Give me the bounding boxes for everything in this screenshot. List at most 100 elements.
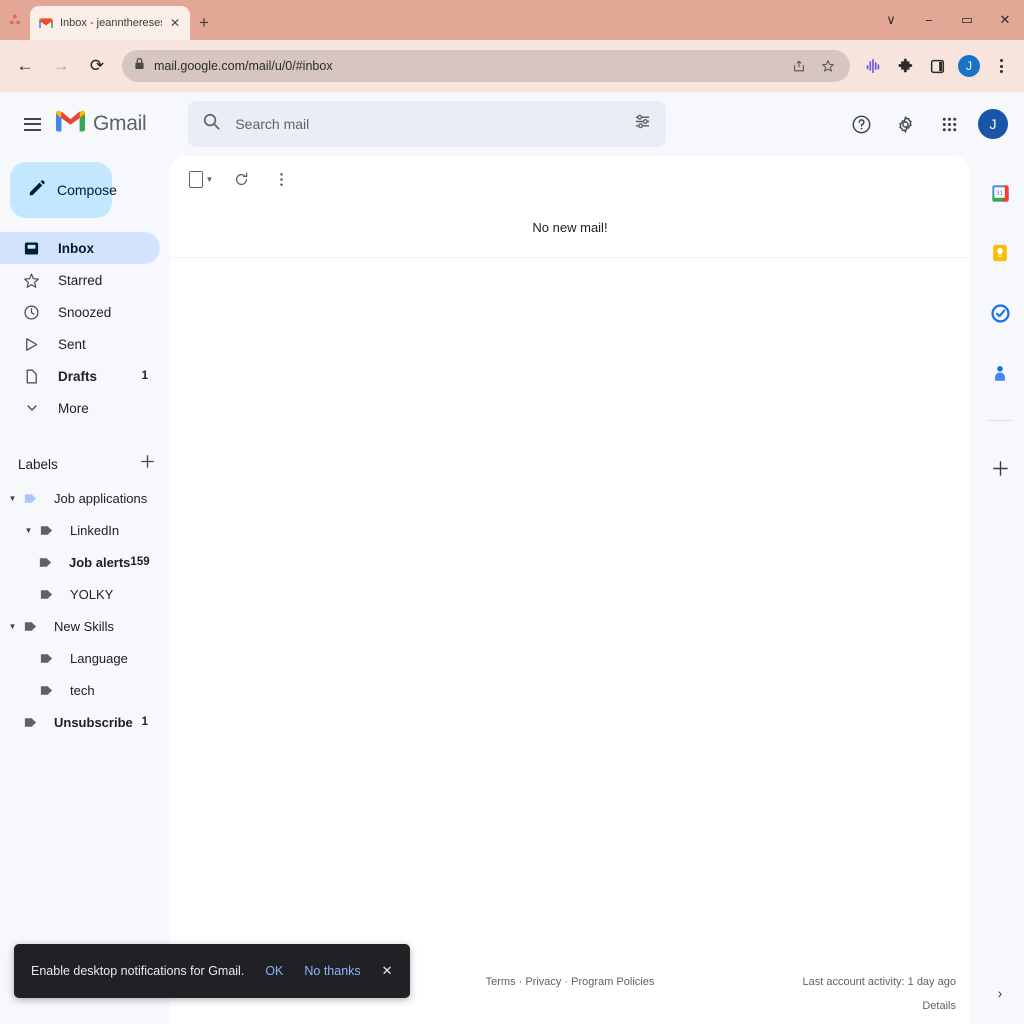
tab-close-icon[interactable]: ✕ (168, 17, 182, 29)
toast-no-thanks-button[interactable]: No thanks (304, 964, 360, 978)
browser-tab-title: Inbox - jeanntheresesanagustin (60, 17, 162, 29)
label-name: Job applications (54, 490, 148, 506)
window-controls: ∨ − ▭ ✕ (872, 0, 1024, 40)
contacts-icon[interactable] (985, 358, 1015, 388)
pencil-icon (27, 178, 46, 202)
label-tag-icon (21, 619, 40, 634)
footer-policy-links[interactable]: Terms · Privacy · Program Policies (439, 965, 701, 988)
address-bar[interactable]: mail.google.com/mail/u/0/#inbox (122, 50, 850, 82)
gear-icon[interactable] (886, 105, 924, 143)
refresh-button[interactable] (224, 162, 258, 196)
label-count: 159 (130, 556, 150, 568)
sidebar-item-inbox[interactable]: Inbox (0, 232, 160, 264)
label-tag-icon (36, 555, 55, 570)
select-all-checkbox[interactable]: ▼ (184, 162, 218, 196)
keep-icon[interactable] (985, 238, 1015, 268)
browser-menu-icon[interactable] (986, 51, 1016, 81)
label-name: LinkedIn (70, 522, 120, 538)
side-panel-rail: 31 › (976, 156, 1024, 1024)
tasks-icon[interactable] (985, 298, 1015, 328)
browser-tab[interactable]: Inbox - jeanntheresesanagustin ✕ (30, 6, 190, 40)
desktop-notification-toast: Enable desktop notifications for Gmail. … (14, 944, 410, 998)
label-name: Job alerts (69, 554, 131, 570)
label-item-tech[interactable]: tech (0, 674, 160, 706)
compose-label: Compose (57, 182, 117, 198)
label-item-linkedin[interactable]: ▼ LinkedIn (0, 514, 160, 546)
window-minimize-button[interactable]: − (910, 0, 948, 40)
add-label-plus-icon[interactable] (139, 453, 156, 475)
reload-button[interactable]: ⟳ (80, 49, 114, 83)
send-icon (22, 336, 41, 353)
side-panel-icon[interactable] (922, 51, 952, 81)
more-options-button[interactable] (264, 162, 298, 196)
search-mail-bar[interactable] (188, 101, 667, 147)
label-item-yolky[interactable]: YOLKY (0, 578, 160, 610)
toast-ok-button[interactable]: OK (265, 964, 283, 978)
forward-button[interactable]: → (44, 49, 78, 83)
tab-search-chevron-icon[interactable]: ∨ (872, 0, 910, 40)
browser-toolbar: ← → ⟳ mail.google.com/mail/u/0/#inbox J (0, 40, 1024, 92)
sidebar-item-sent[interactable]: Sent (0, 328, 160, 360)
label-item-language[interactable]: Language (0, 642, 160, 674)
sidebar-item-starred[interactable]: Starred (0, 264, 160, 296)
extension-wave-icon[interactable] (858, 51, 888, 81)
label-name: YOLKY (70, 586, 114, 602)
add-panel-plus-icon[interactable] (985, 453, 1015, 483)
compose-button[interactable]: Compose (10, 162, 117, 218)
star-icon (22, 272, 41, 289)
sidebar-item-more[interactable]: More (0, 392, 160, 424)
window-maximize-button[interactable]: ▭ (948, 0, 986, 40)
back-button[interactable]: ← (8, 49, 42, 83)
label-name: tech (70, 682, 95, 698)
chevron-down-icon (22, 401, 41, 415)
expand-panel-chevron-icon[interactable]: › (987, 980, 1013, 1006)
gmail-body: Compose Inbox Starred Snoozed Sent Draft… (0, 156, 1024, 1024)
gmail-wordmark: Gmail (93, 112, 147, 135)
sidebar-label: Inbox (58, 240, 94, 256)
search-options-icon[interactable] (633, 112, 652, 136)
expand-caret-icon[interactable]: ▼ (4, 622, 21, 631)
sidebar-count: 1 (141, 370, 148, 382)
label-item-job-alerts[interactable]: ▼ Job alerts 159 (0, 546, 160, 578)
search-input[interactable] (235, 116, 620, 132)
sidebar-label: More (58, 400, 89, 416)
sidebar-item-drafts[interactable]: Drafts 1 (0, 360, 160, 392)
toast-close-icon[interactable]: ✕ (382, 963, 393, 979)
label-item-unsubscribe[interactable]: Unsubscribe 1 (0, 706, 160, 738)
inbox-icon (22, 240, 41, 257)
main-menu-hamburger-icon[interactable] (12, 104, 52, 144)
chevron-down-icon[interactable]: ▼ (206, 175, 214, 184)
apps-grid-icon[interactable] (930, 105, 968, 143)
label-item-job-applications[interactable]: ▼ Job applications (0, 482, 160, 514)
expand-caret-icon[interactable]: ▼ (4, 494, 21, 503)
label-tag-icon (37, 651, 56, 666)
label-tag-icon (21, 491, 40, 506)
kebab-dots (999, 59, 1003, 73)
draft-icon (22, 368, 41, 385)
sidebar-item-snoozed[interactable]: Snoozed (0, 296, 160, 328)
gmail-header: Gmail Search mail J (0, 92, 1024, 156)
browser-profile-avatar[interactable]: J (954, 51, 984, 81)
expand-caret-icon[interactable]: ▼ (20, 526, 37, 535)
label-name: New Skills (54, 618, 114, 634)
clock-icon (22, 304, 41, 321)
profile-initial: J (958, 55, 980, 77)
footer-details-link[interactable]: Details (701, 1000, 956, 1012)
help-icon[interactable] (842, 105, 880, 143)
share-icon[interactable] (789, 59, 809, 73)
label-item-new-skills[interactable]: ▼ New Skills (0, 610, 160, 642)
svg-text:31: 31 (995, 190, 1003, 197)
mail-list-pane: ▼ No new mail! Terms · Privacy · Program… (170, 156, 970, 1024)
label-count: 1 (141, 716, 148, 728)
new-tab-button[interactable]: + (190, 6, 218, 40)
calendar-icon[interactable]: 31 (985, 178, 1015, 208)
gmail-favicon-icon (38, 15, 54, 31)
window-close-button[interactable]: ✕ (986, 0, 1024, 40)
gmail-logo[interactable]: Gmail (54, 109, 147, 139)
sidebar-label: Sent (58, 336, 86, 352)
puzzle-extension-icon[interactable] (890, 51, 920, 81)
bookmark-star-icon[interactable] (818, 59, 838, 73)
toast-message: Enable desktop notifications for Gmail. (31, 964, 245, 978)
account-avatar[interactable]: J (974, 105, 1012, 143)
footer-last-activity: Last account activity: 1 day ago (802, 976, 956, 988)
